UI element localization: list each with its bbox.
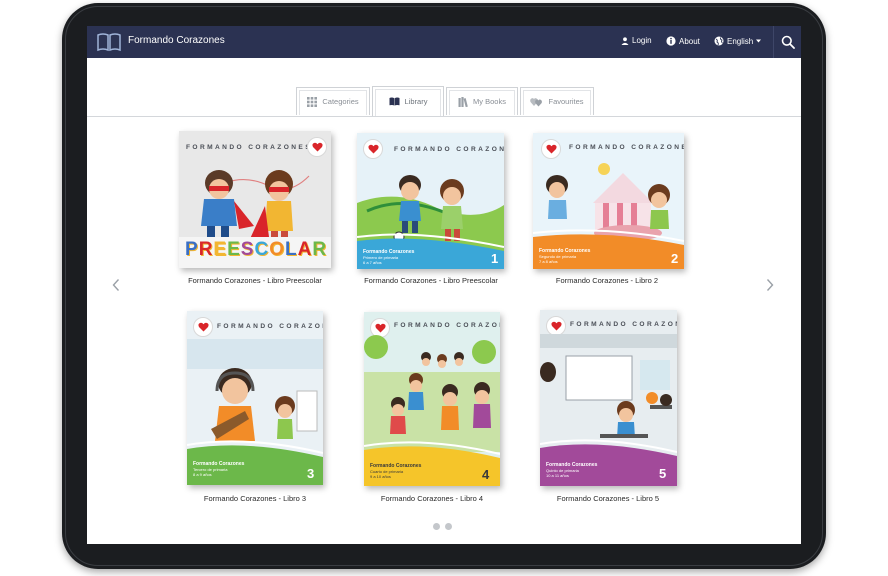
pagination-dot[interactable] <box>433 523 440 530</box>
search-icon[interactable] <box>781 35 795 49</box>
nav-divider <box>773 26 774 58</box>
cover-illustration <box>364 335 500 486</box>
book-cover: FORMANDO CORAZONES PREESCOLAR <box>179 131 331 268</box>
carousel-pagination <box>433 523 452 530</box>
login-link[interactable]: Login <box>621 36 652 45</box>
about-link[interactable]: About <box>666 36 700 46</box>
user-icon <box>621 36 629 45</box>
cover-title-letter: A <box>297 239 313 260</box>
top-navigation-bar: Formando Corazones Login About English <box>87 26 801 58</box>
book-card[interactable]: FORMANDO CORAZONES Formando Corazones Te… <box>187 311 323 507</box>
book-card[interactable]: FORMANDO CORAZONES Formando Corazones Se… <box>531 133 684 293</box>
tab-categories[interactable]: Categories <box>296 87 370 115</box>
app-screen: Formando Corazones Login About English C… <box>87 26 801 544</box>
cover-title-letter: L <box>285 239 298 260</box>
tab-categories-label: Categories <box>322 97 359 106</box>
tab-my-books-label: My Books <box>473 97 506 106</box>
tab-library[interactable]: Library <box>372 86 444 116</box>
book-card[interactable]: FORMANDO CORAZONES Formando Corazones P <box>355 133 507 293</box>
cover-title-word: PREESCOLAR <box>185 239 327 261</box>
tab-library-label: Library <box>404 97 428 106</box>
book-number: 4 <box>482 467 490 482</box>
grid-icon <box>307 96 318 107</box>
book-cover: FORMANDO CORAZONES Formando Corazones Te… <box>187 311 323 485</box>
book-card[interactable]: FORMANDO CORAZONES Formando Corazones Qu… <box>540 310 677 507</box>
book-title: Formando Corazones - Libro 2 <box>555 276 659 285</box>
cover-title-letter: O <box>269 239 285 260</box>
open-book-icon <box>389 97 400 106</box>
book-cover: FORMANDO CORAZONES Formando Corazones Se… <box>533 133 684 269</box>
chevron-left-icon[interactable] <box>111 278 121 292</box>
band-age: 7 a 8 años <box>539 259 558 264</box>
book-number: 5 <box>659 466 667 481</box>
cover-title-letter: E <box>213 239 228 260</box>
language-selector[interactable]: English <box>714 36 762 46</box>
cover-title-letter: S <box>240 239 255 260</box>
caret-down-icon <box>756 39 762 43</box>
book-title: Formando Corazones - Libro 4 <box>380 494 484 503</box>
book-number: 3 <box>307 466 315 481</box>
band-age: 6 a 7 años <box>363 260 382 265</box>
cover-title-letter: E <box>227 239 241 260</box>
cover-illustration <box>187 339 323 485</box>
book-cover: FORMANDO CORAZONES Formando Corazones Qu… <box>540 310 677 486</box>
band-age: 10 a 11 años <box>546 473 569 478</box>
language-label: English <box>727 36 754 46</box>
cover-illustration <box>540 334 677 486</box>
info-icon <box>666 36 676 46</box>
login-label: Login <box>632 36 652 45</box>
book-cover: FORMANDO CORAZONES Formando Corazone <box>364 312 500 486</box>
tab-my-books[interactable]: My Books <box>446 87 518 115</box>
library-tabs: Categories Library My Books Favourites <box>87 86 801 117</box>
hearts-icon <box>530 97 543 106</box>
book-title: Formando Corazones - Libro Preescolar <box>188 276 322 285</box>
cover-title-letter: P <box>185 239 199 260</box>
cover-title-letter: R <box>198 239 214 260</box>
book-title: Formando Corazones - Libro Preescolar <box>364 276 498 285</box>
tabs-baseline <box>87 116 801 117</box>
globe-icon <box>714 36 724 46</box>
cover-title-letter: R <box>312 239 328 260</box>
book-cover: FORMANDO CORAZONES Formando Corazones P <box>357 133 504 269</box>
chevron-right-icon[interactable] <box>765 278 775 292</box>
pagination-dot[interactable] <box>445 523 452 530</box>
book-title: Formando Corazones - Libro 3 <box>203 494 307 503</box>
book-number: 2 <box>671 251 679 266</box>
cover-title-letter: C <box>254 239 270 260</box>
band-age: 8 a 9 años <box>193 472 212 477</box>
about-label: About <box>679 36 700 46</box>
tab-favourites-label: Favourites <box>548 97 584 106</box>
book-card[interactable]: FORMANDO CORAZONES Formando Corazone <box>364 312 500 507</box>
app-title[interactable]: Formando Corazones <box>128 35 225 46</box>
book-title: Formando Corazones - Libro 5 <box>556 494 660 503</box>
tab-favourites[interactable]: Favourites <box>520 87 594 115</box>
band-age: 9 a 10 años <box>370 474 391 479</box>
book-card[interactable]: FORMANDO CORAZONES PREESCOLAR Formando C… <box>179 131 331 293</box>
books-stack-icon <box>458 96 468 107</box>
book-number: 1 <box>491 251 499 266</box>
open-book-logo-icon[interactable] <box>96 32 122 52</box>
